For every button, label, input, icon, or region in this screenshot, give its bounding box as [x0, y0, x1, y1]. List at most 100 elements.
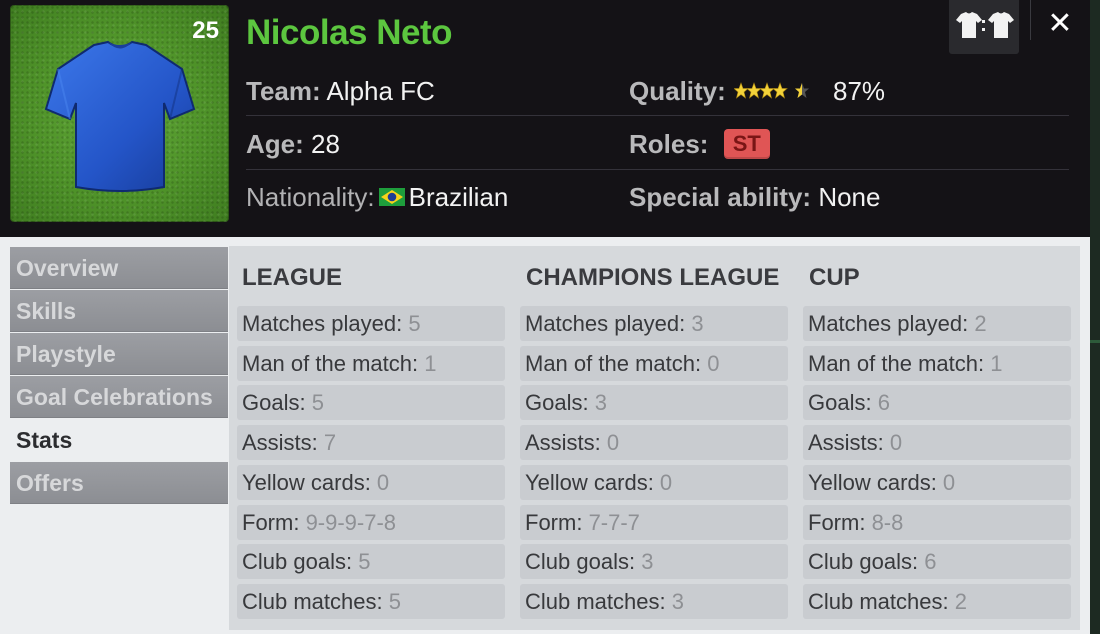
player-header: 25 Nicolas Neto Team: Alpha FC Age: 28 N… [0, 0, 1090, 237]
stat-row: Goals: 6 [803, 385, 1071, 421]
stat-value: 0 [942, 469, 956, 495]
age-value: 28 [311, 129, 340, 159]
quality-row: Quality: [629, 76, 822, 107]
stat-label: Yellow cards: [525, 469, 660, 495]
tab-stats[interactable]: Stats [10, 419, 228, 461]
stat-value: 6 [924, 549, 937, 575]
stat-row: Assists: 0 [803, 425, 1071, 461]
stat-row: Man of the match: 0 [520, 345, 788, 381]
stat-value: 3 [671, 588, 684, 614]
stat-label: Man of the match: [525, 350, 708, 376]
stat-row: Matches played: 5 [237, 306, 505, 341]
brazil-flag-icon [378, 188, 405, 207]
stat-row: Man of the match: 1 [237, 345, 505, 381]
stat-value: 2 [974, 311, 987, 336]
stat-label: Matches played: [242, 311, 409, 336]
shirt-number: 25 [192, 17, 219, 44]
stat-row: Assists: 0 [520, 425, 788, 461]
quality-percent: 87% [833, 76, 886, 106]
stat-value: 0 [889, 430, 903, 456]
team-label: Team: [246, 76, 321, 106]
stat-value: 5 [311, 390, 324, 416]
stat-label: Form: [525, 509, 589, 535]
special-row: Special ability: None [629, 182, 880, 213]
stat-row: Goals: 3 [520, 385, 788, 421]
stat-label: Club goals: [808, 549, 925, 575]
stat-label: Man of the match: [242, 350, 425, 376]
role-badge: ST [723, 129, 770, 160]
close-icon: ✕ [1047, 7, 1073, 40]
quality-label: Quality: [629, 76, 726, 106]
stat-value: 0 [606, 430, 620, 456]
stat-label: Assists: [525, 430, 607, 456]
stat-value: 5 [358, 549, 371, 575]
stat-row: Club matches: 2 [803, 583, 1071, 619]
stat-row: Yellow cards: 0 [803, 464, 1071, 500]
jersey-card: 25 [10, 5, 229, 222]
stat-row: Yellow cards: 0 [237, 464, 505, 500]
stats-column-title: CHAMPIONS LEAGUE [526, 264, 780, 291]
stat-value: 9-9-9-7-8 [305, 509, 397, 535]
nationality-row: Nationality: Brazilian [246, 182, 508, 213]
stats-column-title: CUP [809, 264, 860, 291]
tab-skills[interactable]: Skills [10, 290, 228, 332]
stat-label: Assists: [808, 430, 890, 456]
stat-label: Club goals: [525, 549, 642, 575]
roles-label: Roles: [629, 129, 709, 159]
stat-label: Yellow cards: [242, 469, 377, 495]
stat-value: 3 [641, 549, 654, 575]
team-value: Alpha FC [326, 76, 435, 106]
stat-value: 1 [424, 350, 437, 376]
stat-row: Goals: 5 [237, 385, 505, 421]
stat-label: Matches played: [525, 311, 692, 336]
stat-label: Assists: [242, 430, 324, 456]
quality-stars-icon [733, 82, 809, 99]
stat-label: Man of the match: [808, 350, 991, 376]
stat-value: 5 [388, 588, 401, 614]
stat-label: Goals: [808, 390, 878, 416]
stat-label: Club goals: [242, 549, 359, 575]
stat-value: 6 [877, 390, 890, 416]
roles-row: Roles: ST [629, 129, 770, 163]
stats-column-title: LEAGUE [242, 264, 343, 291]
stat-value: 0 [376, 469, 390, 495]
background-strip [1090, 0, 1100, 634]
stat-value: 5 [408, 311, 421, 336]
stat-row: Matches played: 3 [520, 306, 788, 341]
stat-value: 7 [323, 430, 337, 456]
stat-value: 3 [691, 311, 704, 336]
age-row: Age: 28 [246, 129, 340, 160]
tab-playstyle[interactable]: Playstyle [10, 333, 228, 375]
tab-overview[interactable]: Overview [10, 247, 228, 289]
stat-label: Club matches: [525, 588, 672, 614]
tab-goal-celebrations[interactable]: Goal Celebrations [10, 376, 228, 418]
close-button[interactable]: ✕ [1040, 4, 1080, 44]
jersey-icon [44, 40, 196, 192]
stat-row: Yellow cards: 0 [520, 464, 788, 500]
stat-value: 0 [659, 469, 673, 495]
stat-row: Assists: 7 [237, 425, 505, 461]
stat-label: Yellow cards: [808, 469, 943, 495]
stat-value: 7-7-7 [588, 509, 640, 535]
age-label: Age: [246, 129, 304, 159]
stat-label: Form: [242, 509, 306, 535]
stat-row: Form: 9-9-9-7-8 [237, 504, 505, 540]
divider [1030, 0, 1031, 40]
tab-offers[interactable]: Offers [10, 462, 228, 504]
stat-row: Form: 7-7-7 [520, 504, 788, 540]
stat-label: Club matches: [808, 588, 955, 614]
stat-value: 1 [990, 350, 1003, 376]
kit-compare-button[interactable] [949, 0, 1019, 54]
stat-label: Club matches: [242, 588, 389, 614]
special-label: Special ability: [629, 182, 812, 212]
stat-row: Club goals: 5 [237, 544, 505, 580]
nationality-value: Brazilian [408, 182, 509, 212]
stat-value: 0 [707, 350, 720, 376]
special-value: None [818, 182, 881, 212]
stat-row: Club matches: 5 [237, 583, 505, 619]
stat-value: 3 [594, 390, 607, 416]
stat-label: Matches played: [808, 311, 975, 336]
stat-row: Club goals: 3 [520, 544, 788, 580]
stat-row: Matches played: 2 [803, 306, 1071, 341]
stat-row: Form: 8-8 [803, 504, 1071, 540]
